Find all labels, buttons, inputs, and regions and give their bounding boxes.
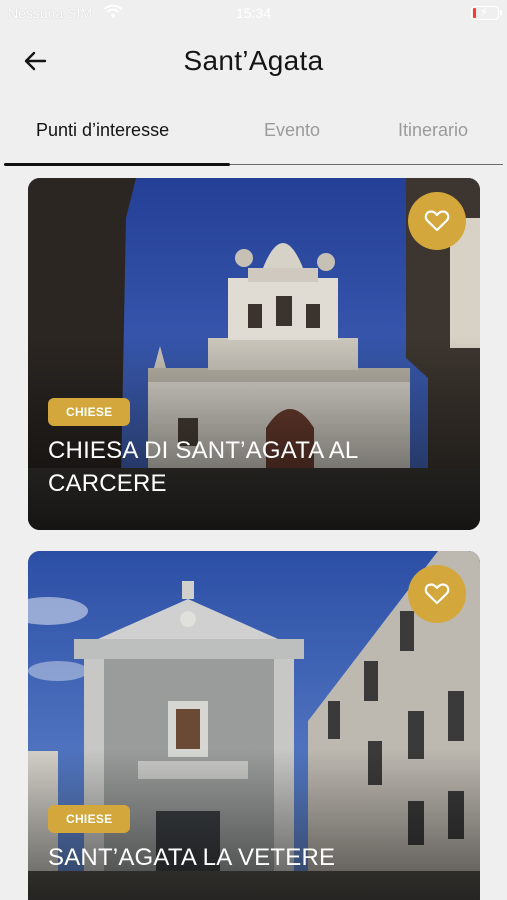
tab-points-of-interest[interactable]: Punti d’interesse xyxy=(36,120,169,141)
tab-event[interactable]: Evento xyxy=(264,120,320,141)
clock: 15:34 xyxy=(235,5,272,21)
poi-card[interactable]: CHIESE CHIESA DI SANT’AGATA AL CARCERE xyxy=(28,178,480,530)
favorite-button[interactable] xyxy=(408,565,466,623)
favorite-button[interactable] xyxy=(408,192,466,250)
tab-bar: Punti d’interesse Evento Itinerario xyxy=(0,110,507,168)
page-title: Sant’Agata xyxy=(183,45,324,76)
heart-outline-icon xyxy=(424,583,450,605)
heart-outline-icon xyxy=(424,210,450,232)
category-badge: CHIESE xyxy=(48,805,131,833)
tab-itinerary[interactable]: Itinerario xyxy=(398,120,468,141)
status-bar: Nessuna SIM 15:34 ⚡ xyxy=(0,0,507,28)
header: Sant’Agata xyxy=(0,28,507,94)
card-title: SANT’AGATA LA VETERE xyxy=(48,844,336,871)
card-title: CHIESA DI SANT’AGATA AL CARCERE xyxy=(48,437,358,497)
poi-card[interactable]: CHIESE SANT’AGATA LA VETERE xyxy=(28,551,480,900)
category-badge: CHIESE xyxy=(48,398,131,426)
active-tab-indicator xyxy=(4,163,230,166)
battery-charging-icon: ⚡ xyxy=(471,5,502,20)
